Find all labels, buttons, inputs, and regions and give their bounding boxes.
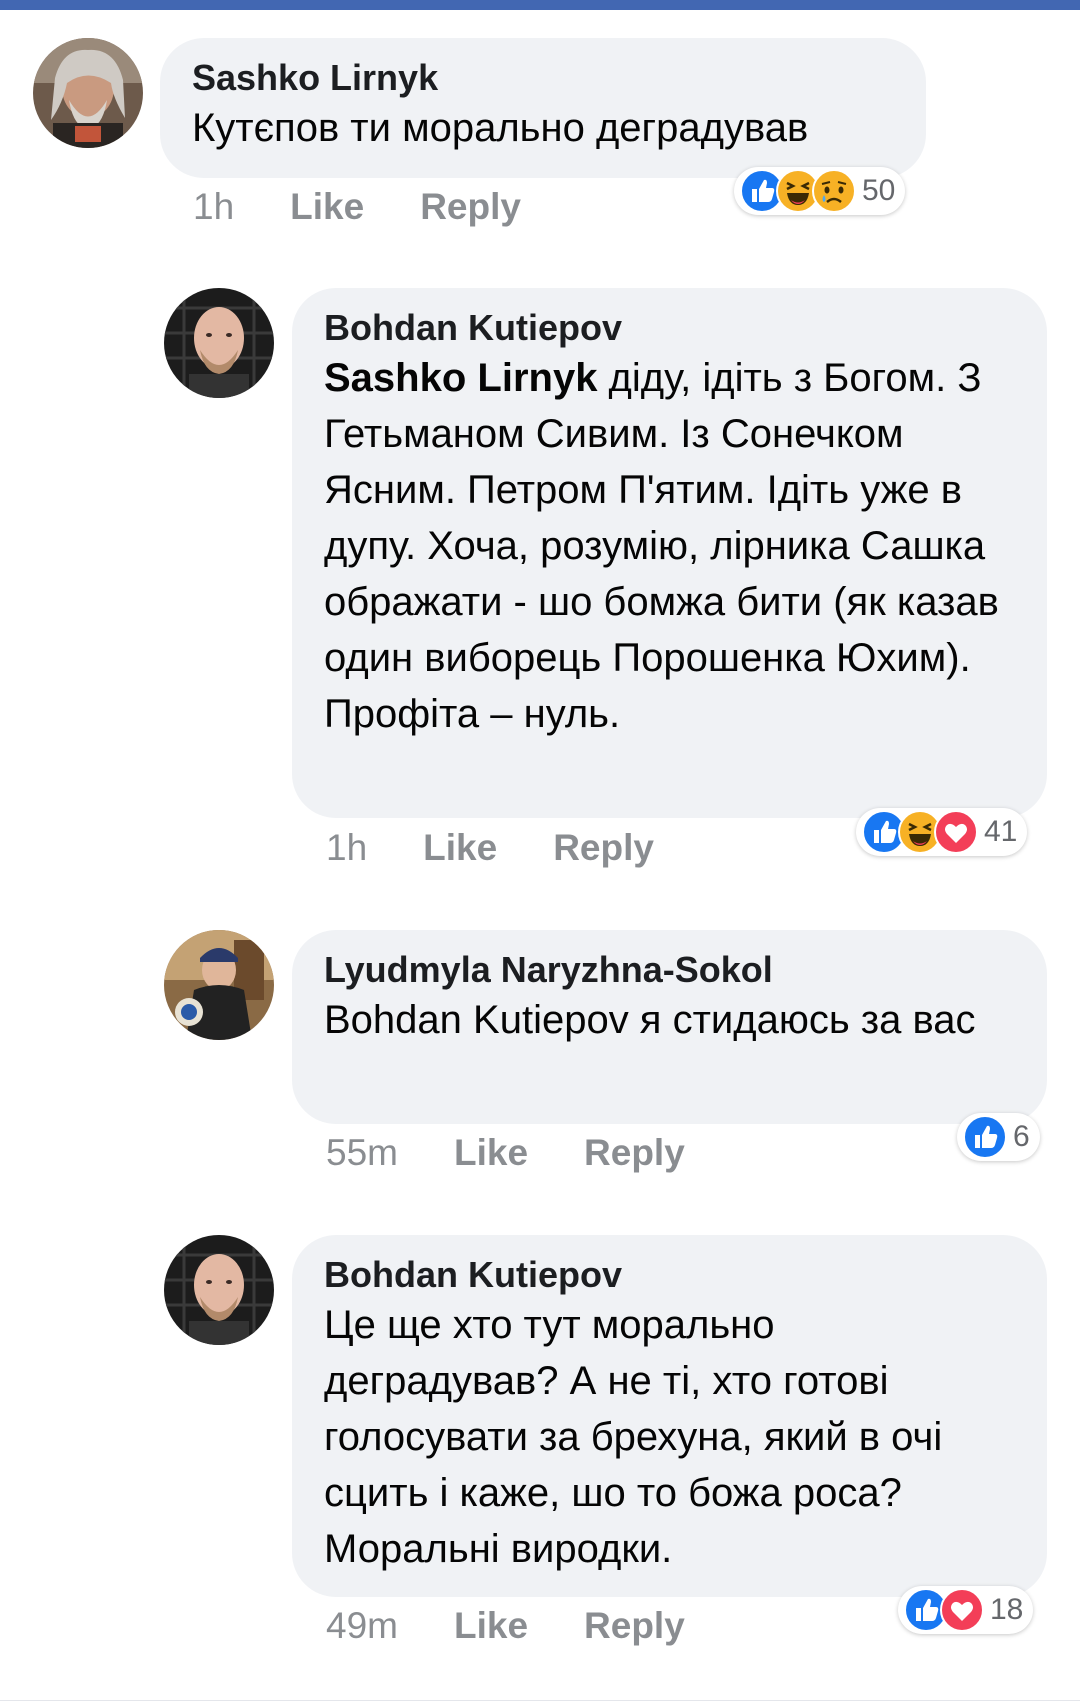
mention-link[interactable]: Sashko Lirnyk — [324, 356, 597, 400]
comment-bubble: Lyudmyla Naryzhna-Sokol Bohdan Kutiepov … — [292, 930, 1047, 1124]
avatar[interactable] — [164, 288, 274, 398]
comment-actions: 55m Like Reply — [326, 1132, 741, 1174]
reaction-count: 50 — [862, 174, 896, 207]
reply-button[interactable]: Reply — [584, 1605, 685, 1647]
reaction-count: 6 — [1013, 1120, 1030, 1153]
reaction-summary[interactable]: 41 — [856, 808, 1028, 856]
comment-text: Це ще хто тут морально деградував? А не … — [324, 1303, 943, 1571]
comment-author[interactable]: Sashko Lirnyk — [192, 58, 894, 98]
comment-actions: 1h Like Reply — [193, 186, 577, 228]
comment-actions: 49m Like Reply — [326, 1605, 741, 1647]
comment-bubble: Bohdan Kutiepov Це ще хто тут морально д… — [292, 1235, 1047, 1597]
top-bar — [0, 0, 1080, 10]
comment-author[interactable]: Lyudmyla Naryzhna-Sokol — [324, 950, 1015, 990]
sad-reaction-icon — [812, 169, 856, 213]
love-reaction-icon — [940, 1588, 984, 1632]
like-reaction-icon — [963, 1115, 1007, 1159]
reply-button[interactable]: Reply — [553, 827, 654, 869]
divider — [0, 1700, 1080, 1701]
love-reaction-icon — [934, 810, 978, 854]
like-button[interactable]: Like — [423, 827, 497, 869]
comment-actions: 1h Like Reply — [326, 827, 710, 869]
like-button[interactable]: Like — [454, 1132, 528, 1174]
comment-author[interactable]: Bohdan Kutiepov — [324, 1255, 1015, 1295]
like-button[interactable]: Like — [290, 186, 364, 228]
reaction-summary[interactable]: 18 — [898, 1586, 1034, 1634]
avatar[interactable] — [164, 1235, 274, 1345]
reply-button[interactable]: Reply — [420, 186, 521, 228]
reaction-count: 18 — [990, 1593, 1024, 1626]
comment-bubble: Sashko Lirnyk Кутєпов ти морально деград… — [160, 38, 926, 178]
comment-time[interactable]: 1h — [326, 827, 367, 869]
avatar[interactable] — [164, 930, 274, 1040]
comment-text: Sashko Lirnyk діду, ідіть з Богом. З Гет… — [324, 350, 1015, 742]
comment-author[interactable]: Bohdan Kutiepov — [324, 308, 1015, 348]
comment-body: діду, ідіть з Богом. З Гетьманом Сивим. … — [324, 356, 999, 736]
comment-text: Bohdan Kutiepov я стидаюсь за вас — [324, 998, 976, 1042]
comment-bubble: Bohdan Kutiepov Sashko Lirnyk діду, ідіт… — [292, 288, 1047, 818]
comment-time[interactable]: 1h — [193, 186, 234, 228]
reply-button[interactable]: Reply — [584, 1132, 685, 1174]
avatar[interactable] — [33, 38, 143, 148]
like-button[interactable]: Like — [454, 1605, 528, 1647]
comment-text: Кутєпов ти морально деградував — [192, 106, 809, 150]
comment-time[interactable]: 49m — [326, 1605, 398, 1647]
reaction-count: 41 — [984, 815, 1018, 848]
reaction-summary[interactable]: 6 — [957, 1113, 1040, 1161]
reaction-summary[interactable]: 50 — [734, 167, 906, 215]
comment-time[interactable]: 55m — [326, 1132, 398, 1174]
